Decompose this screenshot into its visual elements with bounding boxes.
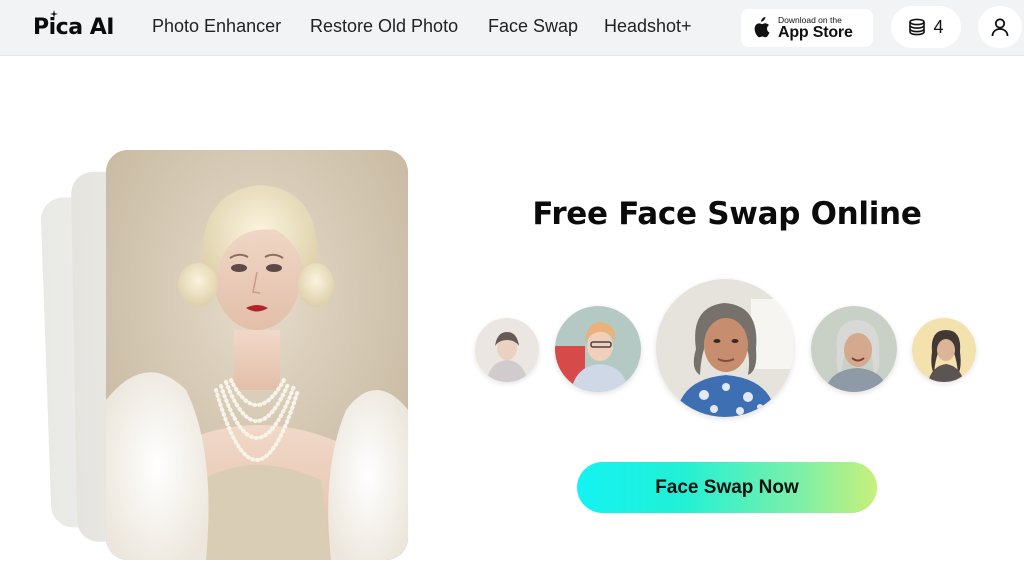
- nav-face-swap[interactable]: Face Swap: [488, 16, 578, 37]
- hero-portrait-image: [106, 150, 408, 560]
- user-icon: [991, 18, 1009, 37]
- coins-icon: [909, 18, 926, 36]
- nav-headshot[interactable]: Headshot+: [604, 16, 692, 37]
- top-nav-bar: Pica AI Photo Enhancer Restore Old Photo…: [0, 0, 1024, 56]
- pica-ai-logo[interactable]: Pica AI: [33, 10, 114, 42]
- face-thumbnail-2[interactable]: [555, 306, 641, 392]
- logo-text: Pica AI: [33, 14, 114, 40]
- user-account-button[interactable]: [978, 6, 1022, 48]
- credits-count: 4: [933, 16, 944, 37]
- credits-button[interactable]: 4: [891, 6, 961, 48]
- face-thumbnail-1[interactable]: [475, 318, 539, 382]
- face-thumbnail-selected[interactable]: [656, 279, 794, 417]
- page-title: Free Face Swap Online: [532, 196, 922, 232]
- face-thumbnail-5[interactable]: [912, 318, 976, 382]
- nav-restore-old-photo[interactable]: Restore Old Photo: [310, 16, 458, 37]
- face-swap-now-button[interactable]: Face Swap Now: [577, 462, 877, 513]
- app-store-big-text: App Store: [778, 24, 853, 41]
- app-store-button[interactable]: Download on the App Store: [741, 9, 873, 47]
- face-thumbnail-4[interactable]: [811, 306, 897, 392]
- logo-spark-icon: [50, 10, 58, 18]
- apple-icon: [754, 17, 770, 38]
- nav-photo-enhancer[interactable]: Photo Enhancer: [152, 16, 281, 37]
